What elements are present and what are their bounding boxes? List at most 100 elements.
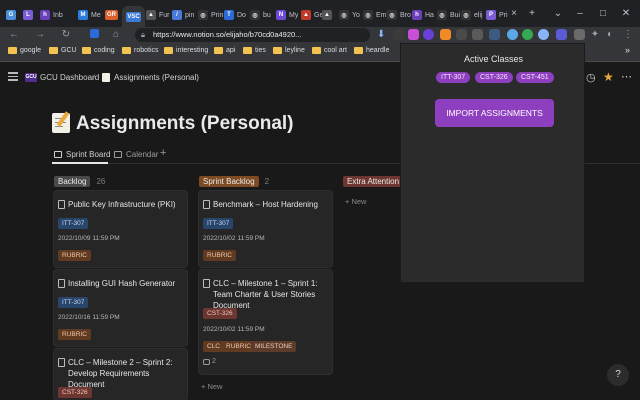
extension-icon[interactable] — [538, 29, 549, 40]
help-button[interactable]: ? — [607, 364, 629, 386]
new-card-button[interactable]: + New — [345, 197, 366, 206]
extension-icon[interactable] — [408, 29, 419, 40]
reload-icon[interactable]: ↻ — [60, 29, 72, 41]
memo-icon — [102, 73, 110, 82]
class-tag: CST-326 — [203, 308, 237, 319]
tab-title: My — [289, 11, 299, 19]
browser-tab[interactable]: T Do — [224, 6, 246, 24]
column-header-backlog[interactable]: Backlog 26 — [54, 176, 105, 187]
browser-tab[interactable]: / pin — [172, 6, 194, 24]
browser-tab-active[interactable]: VSC — [122, 6, 145, 27]
home-icon[interactable]: ⌂ — [110, 29, 122, 41]
forward-icon[interactable]: → — [34, 29, 46, 41]
breadcrumb-page[interactable]: Assignments (Personal) — [114, 73, 199, 82]
browser-tab[interactable]: ◎ Prin — [198, 6, 223, 24]
close-window-icon[interactable]: ✕ — [619, 7, 633, 21]
extension-icon[interactable] — [507, 29, 518, 40]
board-card[interactable]: Public Key Infrastructure (PKI) ITT-307 … — [54, 191, 187, 267]
active-class-pill: ITT-307 — [436, 72, 471, 83]
bookmark-folder[interactable]: api — [214, 47, 235, 54]
bookmark-folder[interactable]: coding — [82, 47, 115, 54]
bookmark-folder[interactable]: heardle — [354, 47, 389, 54]
maximize-icon[interactable]: □ — [596, 7, 610, 21]
card-title: CLC – Milestone 1 – Sprint 1: Team Chart… — [213, 279, 318, 310]
close-tab-icon[interactable]: × — [507, 7, 521, 21]
favorite-star-icon[interactable]: ★ — [603, 70, 614, 84]
document-icon — [203, 200, 210, 209]
browser-tab[interactable]: L — [23, 6, 33, 24]
board-card[interactable]: CLC – Milestone 2 – Sprint 2: Develop Re… — [54, 349, 187, 400]
browser-tab[interactable]: ▲ Fur — [146, 6, 170, 24]
column-header-extra-attention[interactable]: Extra Attention — [343, 176, 404, 187]
folder-icon — [243, 47, 252, 54]
breadcrumb-workspace[interactable]: GCU Dashboard — [40, 73, 99, 82]
bookmark-folder[interactable]: leyline — [273, 47, 305, 54]
bookmark-folder[interactable]: interesting — [164, 47, 208, 54]
page-memo-icon[interactable] — [52, 111, 70, 133]
tab-sprint-board[interactable]: Sprint Board — [54, 150, 110, 159]
bookmark-folder[interactable]: cool art — [312, 47, 347, 54]
browser-tab[interactable]: ◎ elij — [461, 6, 483, 24]
tab-favicon-icon: M — [78, 10, 88, 20]
profile-avatar-icon[interactable]: ◐ — [604, 29, 616, 41]
tab-favicon-icon: T — [224, 10, 234, 20]
more-options-icon[interactable]: ⋯ — [621, 70, 632, 83]
bookmark-folder[interactable]: robotics — [122, 47, 159, 54]
extensions-puzzle-icon[interactable]: ✦ — [589, 29, 601, 41]
column-header-sprint-backlog[interactable]: Sprint Backlog 2 — [199, 176, 269, 187]
browser-tab[interactable]: P Pri — [486, 6, 508, 24]
tab-title: Bui — [450, 11, 461, 19]
bookmark-folder[interactable]: ties — [243, 47, 266, 54]
browser-tab[interactable]: ▲ Ge — [301, 6, 323, 24]
import-assignments-button[interactable]: IMPORT ASSIGNMENTS — [435, 99, 554, 127]
history-icon[interactable]: ◷ — [586, 71, 596, 84]
due-date: 2022/10/02 11:59 PM — [203, 235, 265, 242]
bookmark-folder[interactable]: google — [8, 47, 41, 54]
extension-icon[interactable] — [522, 29, 533, 40]
browser-tab[interactable]: GR — [105, 6, 118, 24]
address-bar[interactable]: 🔒︎ https://www.notion.so/elijaho/b70cd0a… — [135, 28, 370, 42]
extension-blue-icon[interactable] — [88, 29, 100, 41]
browser-tab[interactable]: h Inb — [40, 6, 63, 24]
chrome-menu-icon[interactable]: ⋮ — [622, 29, 634, 41]
browser-tab[interactable]: M Me — [78, 6, 101, 24]
tab-calendar[interactable]: Calendar — [114, 150, 158, 159]
notion-importer-extension-icon[interactable] — [574, 29, 585, 40]
active-class-pill: CST-326 — [475, 72, 513, 83]
browser-tab[interactable]: ▲ — [322, 6, 332, 24]
board-card[interactable]: Benchmark – Host Hardening ITT-307 2022/… — [199, 191, 332, 267]
bookmark-folder[interactable]: GCU — [49, 47, 77, 54]
new-card-button[interactable]: + New — [201, 382, 222, 391]
extension-popup: Active Classes ITT-307 CST-326 CST-451 I… — [400, 43, 585, 283]
browser-tab[interactable]: ◎ Yo — [339, 6, 360, 24]
browser-tab[interactable]: N My — [276, 6, 298, 24]
tab-favicon-icon: P — [486, 10, 496, 20]
minimize-icon[interactable]: – — [573, 7, 587, 21]
extension-icon[interactable] — [423, 29, 434, 40]
sidebar-toggle-icon[interactable] — [8, 72, 18, 81]
column-label: Extra Attention — [343, 176, 404, 187]
browser-tab[interactable]: h Ha — [412, 6, 434, 24]
extension-icon[interactable] — [393, 29, 404, 40]
extension-icon[interactable] — [456, 29, 467, 40]
board-card[interactable]: Installing GUI Hash Generator ITT-307 20… — [54, 270, 187, 346]
extension-icon[interactable] — [556, 29, 567, 40]
tab-title: bu — [263, 11, 271, 19]
tab-search-icon[interactable]: ⌄ — [551, 7, 565, 21]
metamask-icon[interactable] — [440, 29, 451, 40]
extension-icon[interactable] — [489, 29, 500, 40]
document-icon — [58, 279, 65, 288]
new-tab-icon[interactable]: + — [525, 7, 539, 21]
more-bookmarks-icon[interactable]: » — [625, 45, 630, 55]
add-view-button[interactable]: + — [160, 147, 166, 159]
board-card[interactable]: CLC – Milestone 1 – Sprint 1: Team Chart… — [199, 270, 332, 374]
page-title[interactable]: Assignments (Personal) — [76, 113, 294, 135]
browser-tab[interactable]: G — [6, 6, 16, 24]
browser-tab[interactable]: ◎ bu — [250, 6, 271, 24]
browser-tab[interactable]: ◎ Em — [363, 6, 387, 24]
browser-tab[interactable]: ◎ Bro — [387, 6, 411, 24]
back-icon[interactable]: ← — [8, 29, 20, 41]
download-icon[interactable]: ⬇ — [377, 29, 388, 40]
extension-icon[interactable] — [472, 29, 483, 40]
browser-tab[interactable]: ◎ Bui — [437, 6, 460, 24]
